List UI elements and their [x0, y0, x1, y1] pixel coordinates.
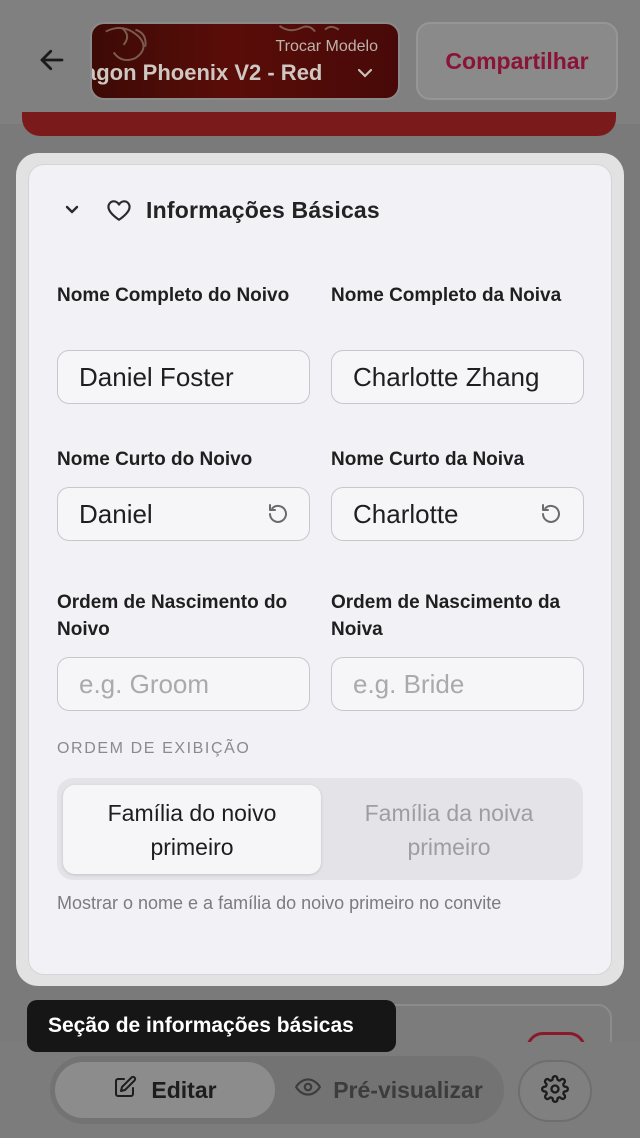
settings-button[interactable]	[518, 1060, 592, 1122]
reset-icon[interactable]	[264, 500, 292, 528]
bride-full-name-label: Nome Completo da Noiva	[331, 285, 562, 306]
bride-full-name-input[interactable]	[331, 350, 584, 404]
bride-birth-order-label: Ordem de Nascimento da Noiva	[331, 592, 561, 640]
edit-tab-label: Editar	[151, 1076, 217, 1103]
groom-family-first-option[interactable]: Família do noivo primeiro	[63, 785, 321, 874]
toast-tooltip: Seção de informações básicas	[27, 1000, 396, 1052]
back-button[interactable]	[30, 40, 74, 84]
template-name: agon Phoenix V2 - Red	[90, 60, 323, 85]
template-preview-strip	[22, 112, 616, 136]
bride-family-first-option[interactable]: Família da noiva primeiro	[322, 785, 576, 874]
chevron-down-icon	[356, 66, 374, 85]
display-order-hint: Mostrar o nome e a família do noivo prim…	[57, 893, 502, 913]
edit-tab[interactable]: Editar	[55, 1062, 275, 1118]
bride-birth-order-input[interactable]	[331, 657, 584, 711]
preview-tab[interactable]: Pré-visualizar	[280, 1062, 498, 1118]
groom-birth-order-label: Ordem de Nascimento do Noivo	[57, 592, 288, 640]
groom-short-name-label: Nome Curto do Noivo	[57, 449, 253, 470]
groom-full-name-input[interactable]	[57, 350, 310, 404]
heart-icon	[106, 198, 132, 222]
arrow-left-icon	[37, 45, 67, 80]
gear-icon	[541, 1074, 569, 1108]
preview-tab-label: Pré-visualizar	[333, 1076, 483, 1103]
groom-full-name-label: Nome Completo do Noivo	[57, 285, 290, 306]
eye-icon	[295, 1074, 322, 1106]
section-header[interactable]: Informações Básicas	[62, 192, 380, 228]
template-switch-label: Trocar Modelo	[275, 38, 378, 55]
reset-icon[interactable]	[537, 500, 565, 528]
template-switcher[interactable]: Trocar Modelo agon Phoenix V2 - Red	[90, 22, 400, 100]
display-order-label: ORDEM DE EXIBIÇÃO	[57, 740, 251, 757]
section-title: Informações Básicas	[146, 196, 380, 223]
share-button[interactable]: Compartilhar	[416, 22, 618, 100]
chevron-down-icon	[62, 203, 84, 217]
groom-birth-order-input[interactable]	[57, 657, 310, 711]
bride-short-name-label: Nome Curto da Noiva	[331, 449, 525, 470]
pencil-square-icon	[113, 1075, 137, 1105]
